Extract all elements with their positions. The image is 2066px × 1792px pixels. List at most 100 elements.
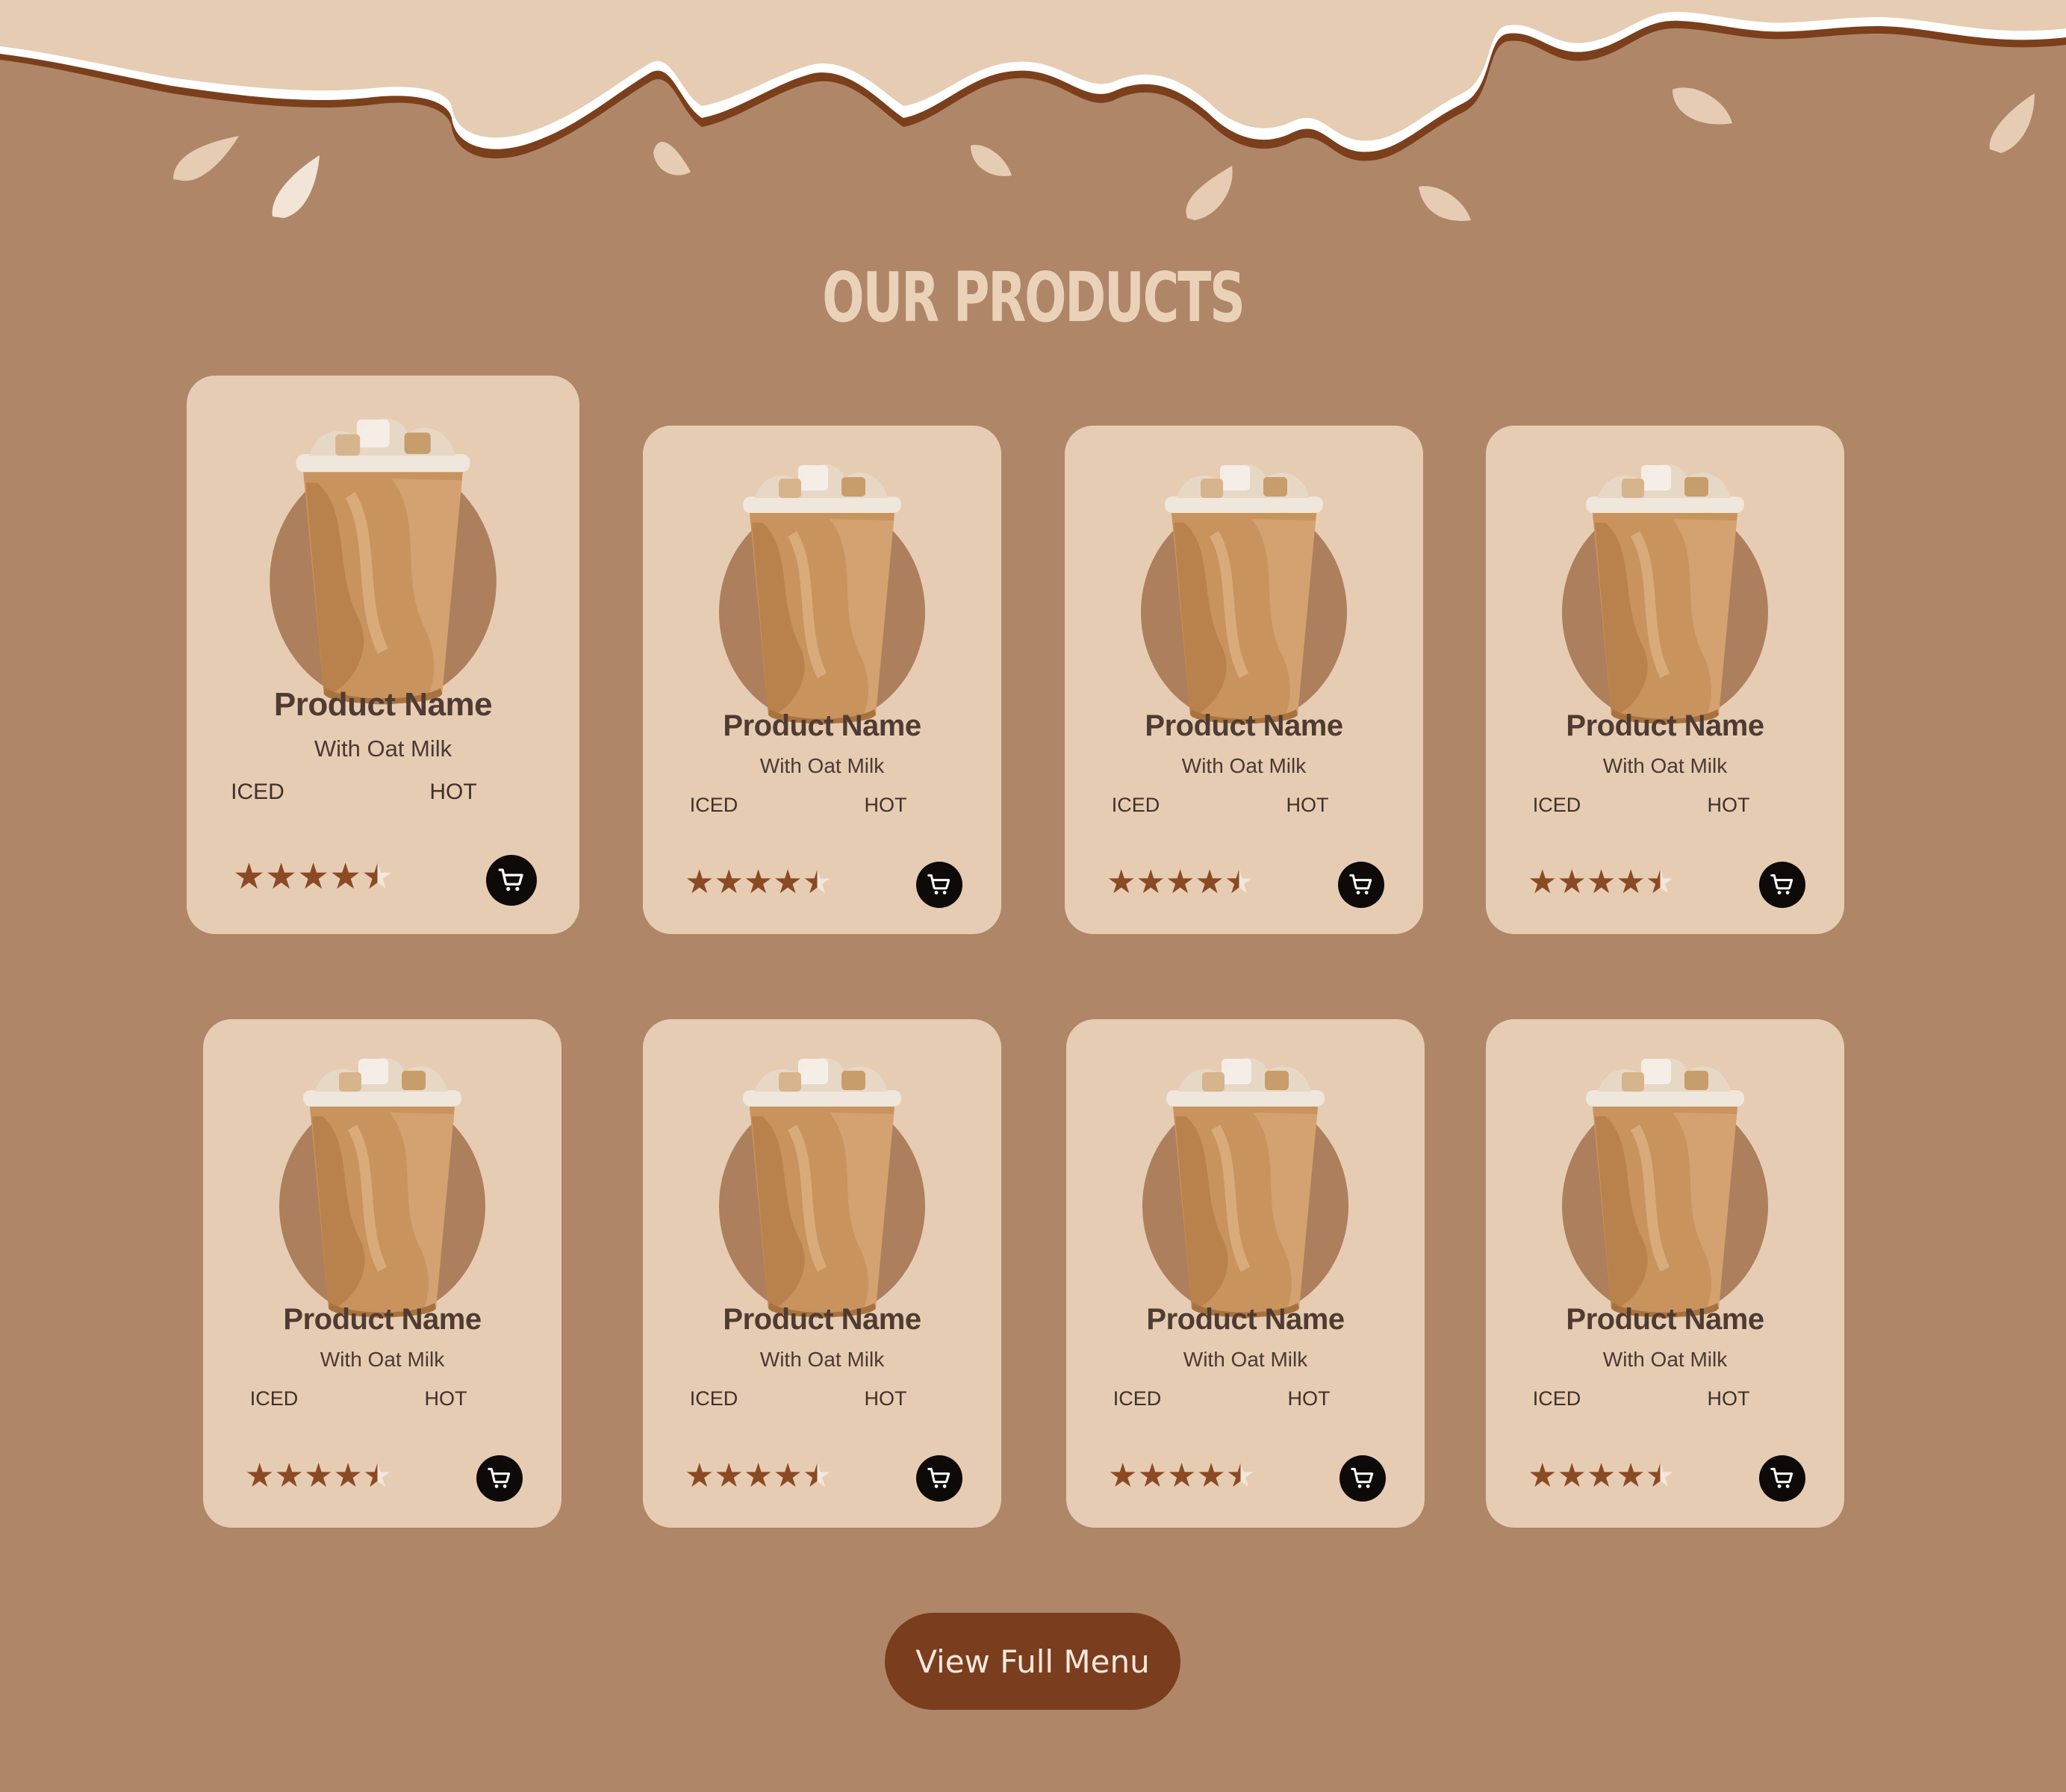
- iced-coffee-image: [1562, 1057, 1768, 1318]
- rating-stars: ★ ★ ★ ★ ★: [245, 1460, 392, 1493]
- star-full-icon: ★: [1557, 1457, 1587, 1494]
- star-full-icon: ★: [1586, 864, 1617, 900]
- product-card[interactable]: Product Name With Oat Milk ICED HOT ★ ★ ★ ★…: [1486, 1019, 1844, 1528]
- section-title: OUR PRODUCTS: [822, 258, 1245, 337]
- rating-stars: ★ ★ ★ ★ ★: [233, 859, 393, 895]
- product-name: Product Name: [723, 1303, 921, 1336]
- star-full-icon: ★: [274, 1457, 304, 1494]
- star-full-icon: ★: [1165, 864, 1195, 900]
- option-iced[interactable]: ICED: [639, 794, 788, 817]
- product-name: Product Name: [723, 709, 921, 742]
- rating-stars: ★ ★ ★ ★ ★: [685, 1460, 832, 1493]
- product-card[interactable]: Product Name With Oat Milk ICED HOT ★ ★ ★ ★…: [643, 1019, 1001, 1528]
- option-hot[interactable]: HOT: [1233, 794, 1382, 817]
- product-card[interactable]: Product Name With Oat Milk ICED HOT ★ ★ ★ ★…: [1486, 426, 1844, 934]
- product-card[interactable]: Product Name With Oat Milk ICED HOT ★ ★ ★ ★…: [1066, 1019, 1425, 1528]
- add-to-cart-button[interactable]: [476, 1455, 523, 1502]
- product-subtitle: With Oat Milk: [759, 754, 885, 777]
- product-subtitle: With Oat Milk: [314, 735, 452, 762]
- star-full-icon: ★: [714, 1457, 744, 1494]
- product-subtitle: With Oat Milk: [759, 1348, 885, 1371]
- star-half-icon: ★: [1224, 864, 1254, 900]
- star-full-icon: ★: [303, 1457, 334, 1494]
- product-subtitle: With Oat Milk: [320, 1348, 445, 1371]
- product-name: Product Name: [283, 1303, 482, 1336]
- option-hot[interactable]: HOT: [1654, 1387, 1803, 1410]
- star-full-icon: ★: [265, 857, 298, 897]
- add-to-cart-button[interactable]: [486, 855, 537, 906]
- shopping-cart-icon: [927, 874, 950, 895]
- star-full-icon: ★: [1528, 864, 1558, 900]
- star-full-icon: ★: [743, 1457, 774, 1494]
- iced-coffee-image: [279, 1057, 485, 1318]
- iced-coffee-image: [1141, 464, 1347, 724]
- option-hot[interactable]: HOT: [371, 1387, 520, 1410]
- shopping-cart-icon: [488, 1467, 511, 1488]
- star-full-icon: ★: [233, 857, 266, 897]
- product-card[interactable]: Product Name With Oat Milk ICED HOT ★ ★ ★ ★…: [1065, 426, 1423, 934]
- option-hot[interactable]: HOT: [811, 794, 960, 817]
- shopping-cart-icon: [1349, 874, 1372, 895]
- star-half-icon: ★: [802, 1457, 833, 1494]
- star-half-icon: ★: [802, 864, 833, 900]
- option-iced[interactable]: ICED: [1062, 1387, 1212, 1410]
- shopping-cart-icon: [927, 1467, 950, 1488]
- shopping-cart-icon: [1770, 874, 1793, 895]
- shopping-cart-icon: [1770, 1467, 1793, 1488]
- star-full-icon: ★: [685, 864, 715, 900]
- star-full-icon: ★: [1196, 1457, 1226, 1494]
- add-to-cart-button[interactable]: [916, 862, 962, 908]
- product-card[interactable]: Product Name With Oat Milk ICED HOT ★ ★ ★ ★…: [187, 376, 579, 934]
- iced-coffee-image: [270, 418, 497, 705]
- iced-coffee-image: [719, 1057, 925, 1318]
- option-iced[interactable]: ICED: [1482, 1387, 1631, 1410]
- product-card[interactable]: Product Name With Oat Milk ICED HOT ★ ★ ★ ★…: [203, 1019, 561, 1528]
- rating-stars: ★ ★ ★ ★ ★: [1528, 866, 1675, 899]
- product-name: Product Name: [1146, 1303, 1345, 1336]
- star-full-icon: ★: [1616, 864, 1646, 900]
- product-subtitle: With Oat Milk: [1183, 1348, 1308, 1371]
- star-half-icon: ★: [362, 1457, 393, 1494]
- rating-stars: ★ ★ ★ ★ ★: [1107, 866, 1254, 899]
- star-half-icon: ★: [1645, 864, 1675, 900]
- add-to-cart-button[interactable]: [1338, 862, 1384, 908]
- star-full-icon: ★: [333, 1457, 363, 1494]
- product-subtitle: With Oat Milk: [1602, 1348, 1728, 1371]
- option-iced[interactable]: ICED: [639, 1387, 788, 1410]
- rating-stars: ★ ★ ★ ★ ★: [1108, 1460, 1255, 1493]
- product-subtitle: With Oat Milk: [1602, 754, 1728, 777]
- iced-coffee-image: [1562, 464, 1768, 724]
- star-full-icon: ★: [773, 1457, 803, 1494]
- product-card[interactable]: Product Name With Oat Milk ICED HOT ★ ★ ★ ★…: [643, 426, 1001, 934]
- add-to-cart-button[interactable]: [1759, 1455, 1805, 1502]
- star-full-icon: ★: [1586, 1457, 1617, 1494]
- star-full-icon: ★: [743, 864, 774, 900]
- star-full-icon: ★: [714, 864, 744, 900]
- star-full-icon: ★: [1136, 864, 1166, 900]
- rating-stars: ★ ★ ★ ★ ★: [685, 866, 832, 899]
- view-full-menu-button[interactable]: View Full Menu: [885, 1613, 1180, 1710]
- star-full-icon: ★: [329, 857, 362, 897]
- star-full-icon: ★: [685, 1457, 715, 1494]
- iced-coffee-image: [1142, 1057, 1348, 1318]
- star-full-icon: ★: [245, 1457, 275, 1494]
- product-name: Product Name: [1566, 1303, 1764, 1336]
- option-iced[interactable]: ICED: [199, 1387, 349, 1410]
- add-to-cart-button[interactable]: [1759, 862, 1805, 908]
- star-full-icon: ★: [297, 857, 330, 897]
- option-hot[interactable]: HOT: [1234, 1387, 1384, 1410]
- add-to-cart-button[interactable]: [1340, 1455, 1386, 1502]
- product-name: Product Name: [273, 686, 493, 723]
- star-half-icon: ★: [1225, 1457, 1256, 1494]
- option-hot[interactable]: HOT: [811, 1387, 960, 1410]
- star-full-icon: ★: [1166, 1457, 1197, 1494]
- option-hot[interactable]: HOT: [1654, 794, 1803, 817]
- option-iced[interactable]: ICED: [175, 780, 340, 805]
- star-full-icon: ★: [1108, 1457, 1138, 1494]
- milk-drip-decoration: [0, 0, 2066, 221]
- option-hot[interactable]: HOT: [371, 780, 535, 805]
- option-iced[interactable]: ICED: [1061, 794, 1210, 817]
- add-to-cart-button[interactable]: [916, 1455, 962, 1502]
- option-iced[interactable]: ICED: [1482, 794, 1631, 817]
- shopping-cart-icon: [498, 868, 523, 892]
